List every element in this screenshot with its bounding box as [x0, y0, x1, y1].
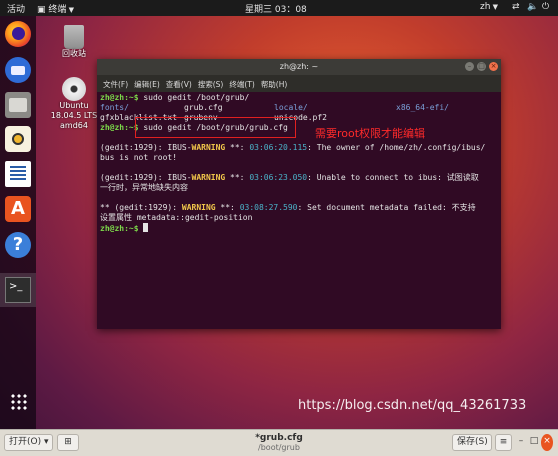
- dvd-label-1: Ubuntu: [59, 101, 89, 110]
- desktop: 活动 ▣ 终端 ▼ 星期三 03：08 zh ▼ ⇄ 🔈 ⏻ A ? >_ 回收…: [0, 0, 558, 455]
- ls-item: fonts/: [100, 103, 129, 112]
- save-label: 保存(S): [457, 437, 488, 447]
- log-continuation: bus is not root!: [100, 153, 178, 162]
- log-time: 03:08:27.590: [239, 203, 298, 212]
- trash-desktop-icon[interactable]: 回收站: [54, 25, 94, 59]
- log-time: 03:06:20.115: [249, 143, 308, 152]
- terminal-icon[interactable]: >_: [5, 277, 31, 303]
- gedit-headerbar: 打开(O) ▾ ⊞ *grub.cfg /boot/grub 保存(S) ≡ –…: [0, 429, 558, 456]
- dock: A ? >_: [0, 16, 36, 429]
- menu-search[interactable]: 搜索(S): [198, 79, 224, 90]
- command: sudo gedit /boot/grub/: [138, 93, 250, 102]
- log-text: : The owner of /home/zh/.config/ibus/: [307, 143, 486, 152]
- app-menu[interactable]: ▣ 终端 ▼: [37, 2, 74, 15]
- minimize-icon[interactable]: –: [465, 62, 474, 71]
- help-icon[interactable]: ?: [5, 232, 31, 258]
- close-icon[interactable]: ×: [489, 62, 498, 71]
- minimize-icon: –: [518, 436, 524, 446]
- log-time: 03:06:23.050: [249, 173, 308, 182]
- log-text: : Set document metadata failed: 不支持: [297, 203, 476, 212]
- watermark: https://blog.csdn.net/qq_43261733: [298, 398, 527, 413]
- power-icon[interactable]: ⏻: [542, 2, 549, 12]
- menu-button[interactable]: ≡: [495, 434, 512, 451]
- app-menu-label: 终端: [48, 5, 67, 15]
- dvd-label-2: 18.04.5 LTS: [50, 111, 98, 120]
- terminal-line: zh@zh:~$: [100, 223, 500, 234]
- prompt: zh@zh:~$: [100, 224, 139, 233]
- caret-down-icon: ▼: [490, 3, 499, 11]
- files-icon[interactable]: [5, 92, 31, 118]
- annotation-note: 需要root权限才能编辑: [315, 127, 426, 140]
- ls-item: x86_64-efi/: [396, 103, 449, 112]
- dvd-label-3: amd64: [60, 121, 88, 130]
- terminal-small-icon: ▣: [37, 5, 49, 15]
- log-head: (gedit:1929): IBUS-: [100, 173, 192, 182]
- log-sep: **:: [225, 173, 250, 182]
- show-apps-icon[interactable]: [10, 393, 28, 411]
- menu-terminal[interactable]: 终端(T): [229, 79, 254, 90]
- close-button[interactable]: ×: [541, 434, 553, 451]
- user-menu[interactable]: zh ▼: [480, 2, 498, 12]
- hamburger-icon: ≡: [499, 437, 508, 447]
- menu-edit[interactable]: 编辑(E): [134, 79, 160, 90]
- rhythmbox-icon[interactable]: [5, 126, 31, 152]
- minimize-button[interactable]: –: [515, 434, 527, 451]
- clock[interactable]: 星期三 03：08: [245, 2, 307, 15]
- window-title: zh@zh: ~: [279, 62, 319, 71]
- save-button[interactable]: 保存(S): [452, 434, 492, 451]
- prompt: zh@zh:~$: [100, 123, 139, 132]
- libreoffice-writer-icon[interactable]: [5, 161, 31, 187]
- log-head: ** (gedit:1929):: [100, 203, 182, 212]
- terminal-menubar: 文件(F) 编辑(E) 查看(V) 搜索(S) 终端(T) 帮助(H): [97, 75, 501, 92]
- log-continuation: 一行时，异常地缺失内容: [100, 183, 188, 192]
- network-icon[interactable]: ⇄: [512, 2, 520, 12]
- menu-view[interactable]: 查看(V): [166, 79, 192, 90]
- terminal-line: zh@zh:~$ sudo gedit /boot/grub/: [100, 93, 500, 103]
- log-line: (gedit:1929): IBUS-WARNING **: 03:06:23.…: [100, 173, 500, 183]
- prompt: zh@zh:~$: [100, 93, 139, 102]
- activities-button[interactable]: 活动: [7, 2, 25, 15]
- log-level: WARNING: [191, 143, 226, 152]
- firefox-icon[interactable]: [5, 21, 31, 47]
- maximize-icon: □: [529, 436, 539, 446]
- software-icon[interactable]: A: [5, 196, 31, 222]
- dvd-desktop-icon[interactable]: Ubuntu 18.04.5 LTS amd64: [48, 77, 100, 131]
- log-sep: **:: [225, 143, 250, 152]
- highlight-box: [135, 117, 296, 138]
- ls-item: grub.cfg: [184, 103, 223, 112]
- ls-item: locale/: [274, 103, 308, 112]
- dvd-icon: [62, 77, 86, 101]
- trash-icon: [64, 25, 84, 49]
- terminal-window[interactable]: zh@zh: ~ – □ × 文件(F) 编辑(E) 查看(V) 搜索(S) 终端(T)…: [97, 59, 501, 329]
- maximize-button[interactable]: □: [528, 434, 540, 451]
- terminal-output[interactable]: zh@zh:~$ sudo gedit /boot/grub/fonts/gru…: [100, 93, 500, 234]
- text-cursor: [143, 223, 149, 232]
- menu-file[interactable]: 文件(F): [103, 79, 128, 90]
- log-head: (gedit:1929): IBUS-: [100, 143, 192, 152]
- volume-icon[interactable]: 🔈: [527, 2, 538, 12]
- log-continuation: 设置属性 metadata::gedit-position: [100, 213, 253, 222]
- log-level: WARNING: [181, 203, 216, 212]
- ls-row: fonts/grub.cfg locale/x86_64-efi/: [100, 103, 500, 113]
- maximize-icon[interactable]: □: [477, 62, 486, 71]
- caret-down-icon: ▼: [66, 6, 74, 14]
- close-icon: ×: [543, 436, 551, 446]
- terminal-titlebar[interactable]: zh@zh: ~ – □ ×: [97, 59, 501, 75]
- username: zh: [480, 2, 491, 12]
- log-sep: **:: [215, 203, 240, 212]
- thunderbird-icon[interactable]: [5, 57, 31, 83]
- top-bar: 活动 ▣ 终端 ▼ 星期三 03：08 zh ▼ ⇄ 🔈 ⏻: [0, 0, 558, 16]
- menu-help[interactable]: 帮助(H): [261, 79, 288, 90]
- log-text: : Unable to connect to ibus: 试图读取: [307, 173, 479, 182]
- log-line: ** (gedit:1929): WARNING **: 03:08:27.59…: [100, 203, 500, 213]
- trash-label: 回收站: [62, 49, 86, 58]
- log-level: WARNING: [191, 173, 226, 182]
- log-line: (gedit:1929): IBUS-WARNING **: 03:06:20.…: [100, 143, 500, 153]
